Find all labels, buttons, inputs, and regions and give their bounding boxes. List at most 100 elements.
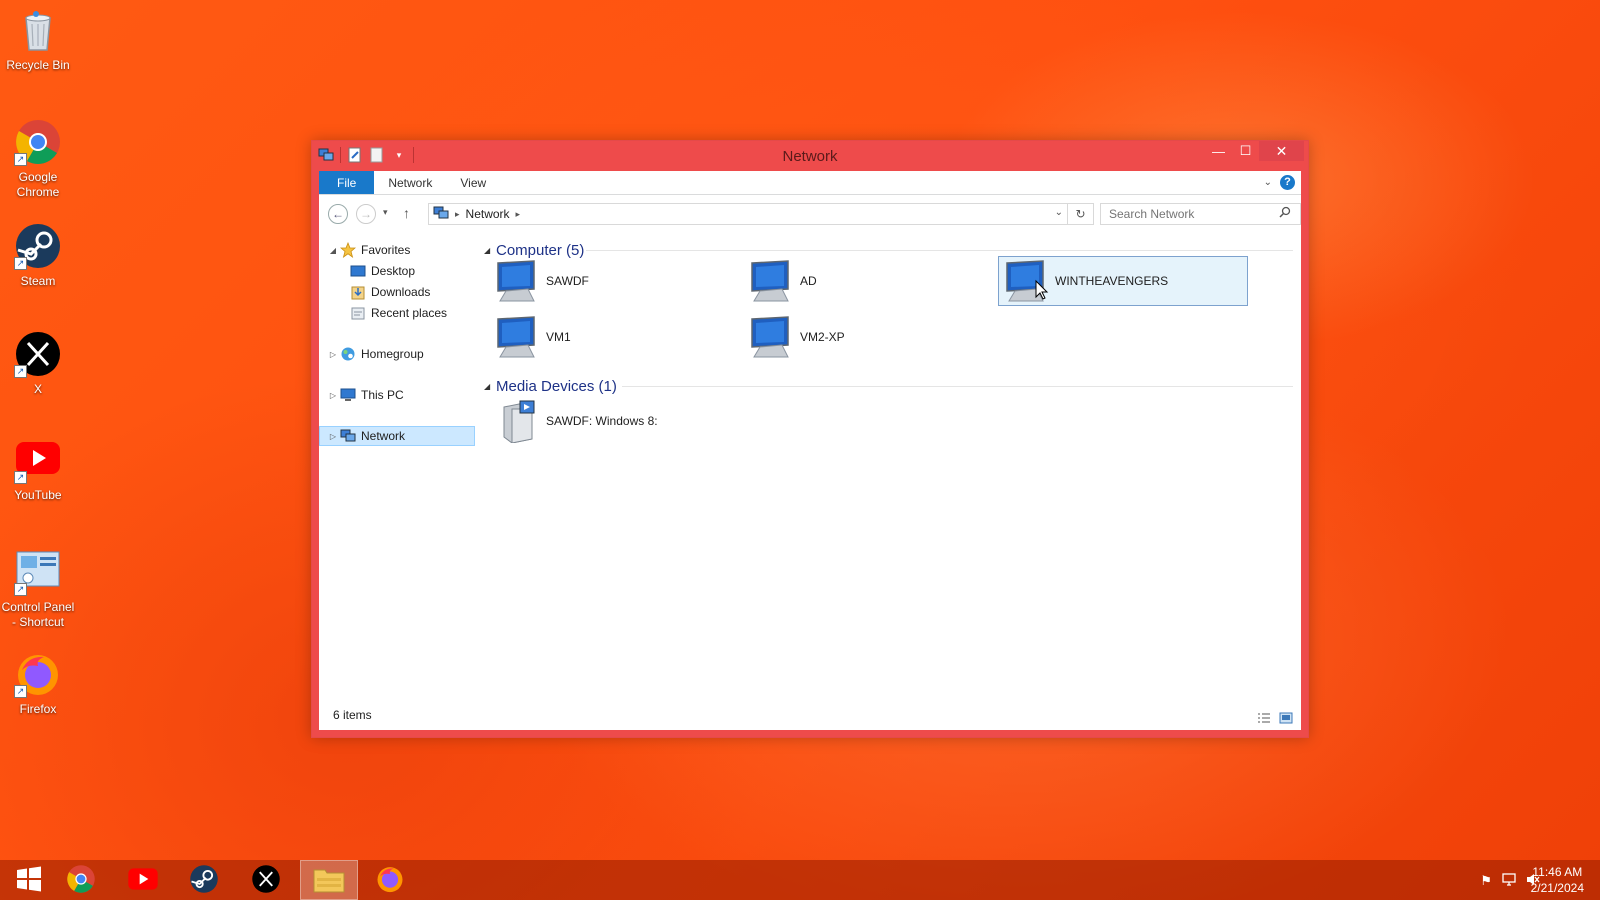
list-item[interactable]: VM2-XP: [744, 312, 988, 362]
clock-time: 11:46 AM: [1532, 865, 1583, 879]
list-item[interactable]: SAWDF: [490, 256, 734, 306]
item-count: 6 items: [333, 708, 372, 722]
action-center-flag-icon[interactable]: ⚑: [1480, 873, 1492, 889]
desktop-icon-label: YouTube: [14, 488, 62, 502]
recent-locations-icon[interactable]: ▾: [383, 207, 388, 218]
taskbar: ⚑ 11:46 AM 2/21/2024: [0, 860, 1600, 900]
youtube-icon: [127, 867, 159, 894]
expand-arrow-icon[interactable]: ▷: [327, 432, 339, 441]
nav-this-pc[interactable]: ▷ This PC: [327, 385, 404, 405]
breadcrumb-network[interactable]: Network: [466, 207, 510, 221]
expand-ribbon-icon[interactable]: ⌄: [1264, 177, 1272, 188]
list-item[interactable]: SAWDF: Windows 8:: [490, 396, 734, 446]
taskbar-x[interactable]: [237, 860, 295, 900]
computer-icon: [494, 259, 542, 303]
details-view-icon[interactable]: [1257, 712, 1271, 724]
expand-arrow-icon[interactable]: ▷: [327, 350, 339, 359]
desktop-icon-youtube[interactable]: ↗ YouTube: [0, 436, 76, 503]
group-divider: [622, 386, 1293, 387]
desktop-icon-label: Control Panel - Shortcut: [1, 600, 75, 629]
taskbar-firefox[interactable]: [361, 860, 419, 900]
nav-downloads[interactable]: Downloads: [349, 282, 430, 302]
group-header-media-devices[interactable]: ◢ Media Devices (1): [484, 376, 617, 396]
back-button[interactable]: ←: [328, 204, 348, 224]
desktop-icon-chrome[interactable]: ↗ Google Chrome: [0, 118, 76, 200]
explorer-window: ▾ Network — ☐ ✕ File Network View ⌄ ? ← …: [311, 140, 1309, 738]
breadcrumb-chevron-icon[interactable]: ▸: [455, 209, 460, 220]
desktop-icon-control-panel[interactable]: ↗ Control Panel - Shortcut: [0, 548, 76, 630]
window-title: Network: [782, 148, 838, 165]
collapse-arrow-icon[interactable]: ◢: [484, 246, 496, 255]
start-button[interactable]: [0, 860, 58, 900]
computer-icon: [748, 259, 796, 303]
search-icon: [1279, 206, 1291, 221]
desktop-icon-firefox[interactable]: ↗ Firefox: [0, 650, 76, 717]
system-clock[interactable]: 11:46 AM 2/21/2024: [1531, 864, 1584, 896]
forward-button[interactable]: →: [356, 204, 376, 224]
desktop-icon-label: Steam: [20, 274, 56, 288]
desktop-icon-label: Recycle Bin: [6, 58, 70, 72]
youtube-icon: ↗: [14, 436, 62, 484]
search-input[interactable]: [1100, 203, 1301, 225]
computer-icon: [1003, 259, 1051, 303]
ribbon-tabs: File Network View ⌄ ?: [319, 171, 1301, 195]
network-tray-icon[interactable]: [1502, 873, 1516, 889]
file-explorer-icon: [313, 865, 345, 896]
collapse-arrow-icon[interactable]: ◢: [484, 382, 496, 391]
media-server-icon: [494, 399, 542, 444]
steam-icon: [189, 864, 219, 897]
downloads-icon: [349, 284, 367, 300]
help-icon[interactable]: ?: [1280, 175, 1295, 190]
chrome-icon: ↗: [14, 118, 62, 166]
nav-desktop[interactable]: Desktop: [349, 261, 415, 281]
large-icons-view-icon[interactable]: [1279, 712, 1293, 724]
computer-icon: [748, 315, 796, 359]
desktop-icon-label: X: [33, 382, 42, 396]
navigation-pane: ◢ Favorites Desktop Downloads Recent pla…: [319, 234, 479, 700]
firefox-icon: [375, 864, 405, 897]
expand-arrow-icon[interactable]: ▷: [327, 391, 339, 400]
network-icon: [339, 428, 357, 444]
minimize-button[interactable]: —: [1205, 141, 1232, 161]
desktop-icon-label: Google Chrome: [16, 170, 60, 199]
taskbar-file-explorer[interactable]: [300, 860, 358, 900]
close-button[interactable]: ✕: [1259, 141, 1304, 161]
nav-favorites[interactable]: ◢ Favorites: [327, 240, 410, 260]
refresh-button[interactable]: ↻: [1068, 203, 1094, 225]
desktop-icon: [349, 263, 367, 279]
control-panel-icon: ↗: [14, 548, 62, 596]
list-item[interactable]: AD: [744, 256, 988, 306]
title-bar[interactable]: ▾ Network — ☐ ✕: [312, 141, 1308, 171]
taskbar-steam[interactable]: [175, 860, 233, 900]
tab-file[interactable]: File: [319, 171, 375, 194]
content-pane: ◢ Computer (5) SAWDF AD WINTHEAVENGERS V…: [484, 234, 1301, 700]
chrome-icon: [66, 864, 96, 897]
maximize-button[interactable]: ☐: [1232, 141, 1259, 161]
breadcrumb-chevron-icon[interactable]: ▸: [516, 209, 521, 220]
desktop-icon-label: Firefox: [19, 702, 57, 716]
address-dropdown-icon[interactable]: ⌄: [1055, 207, 1063, 218]
clock-date: 2/21/2024: [1530, 881, 1584, 895]
desktop-icon-recycle-bin[interactable]: Recycle Bin: [0, 6, 76, 73]
recycle-bin-icon: [14, 6, 62, 54]
firefox-icon: ↗: [14, 650, 62, 698]
collapse-arrow-icon[interactable]: ◢: [327, 246, 339, 255]
address-row: ← → ▾ ↑ ▸ Network ▸ ⌄ ↻: [319, 195, 1301, 233]
status-bar: 6 items: [319, 700, 1301, 730]
group-divider: [586, 250, 1293, 251]
tab-view[interactable]: View: [446, 171, 500, 194]
x-icon: ↗: [14, 330, 62, 378]
taskbar-youtube[interactable]: [114, 860, 172, 900]
desktop-icon-steam[interactable]: ↗ Steam: [0, 222, 76, 289]
up-button[interactable]: ↑: [403, 205, 410, 221]
desktop-icon-x[interactable]: ↗ X: [0, 330, 76, 397]
taskbar-chrome[interactable]: [52, 860, 110, 900]
nav-homegroup[interactable]: ▷ Homegroup: [327, 344, 424, 364]
tab-network[interactable]: Network: [374, 171, 446, 194]
nav-network[interactable]: ▷ Network: [319, 426, 475, 446]
list-item[interactable]: VM1: [490, 312, 734, 362]
nav-recent-places[interactable]: Recent places: [349, 303, 447, 323]
start-icon: [16, 866, 42, 895]
list-item-selected[interactable]: WINTHEAVENGERS: [998, 256, 1248, 306]
address-bar[interactable]: ▸ Network ▸ ⌄: [428, 203, 1068, 225]
